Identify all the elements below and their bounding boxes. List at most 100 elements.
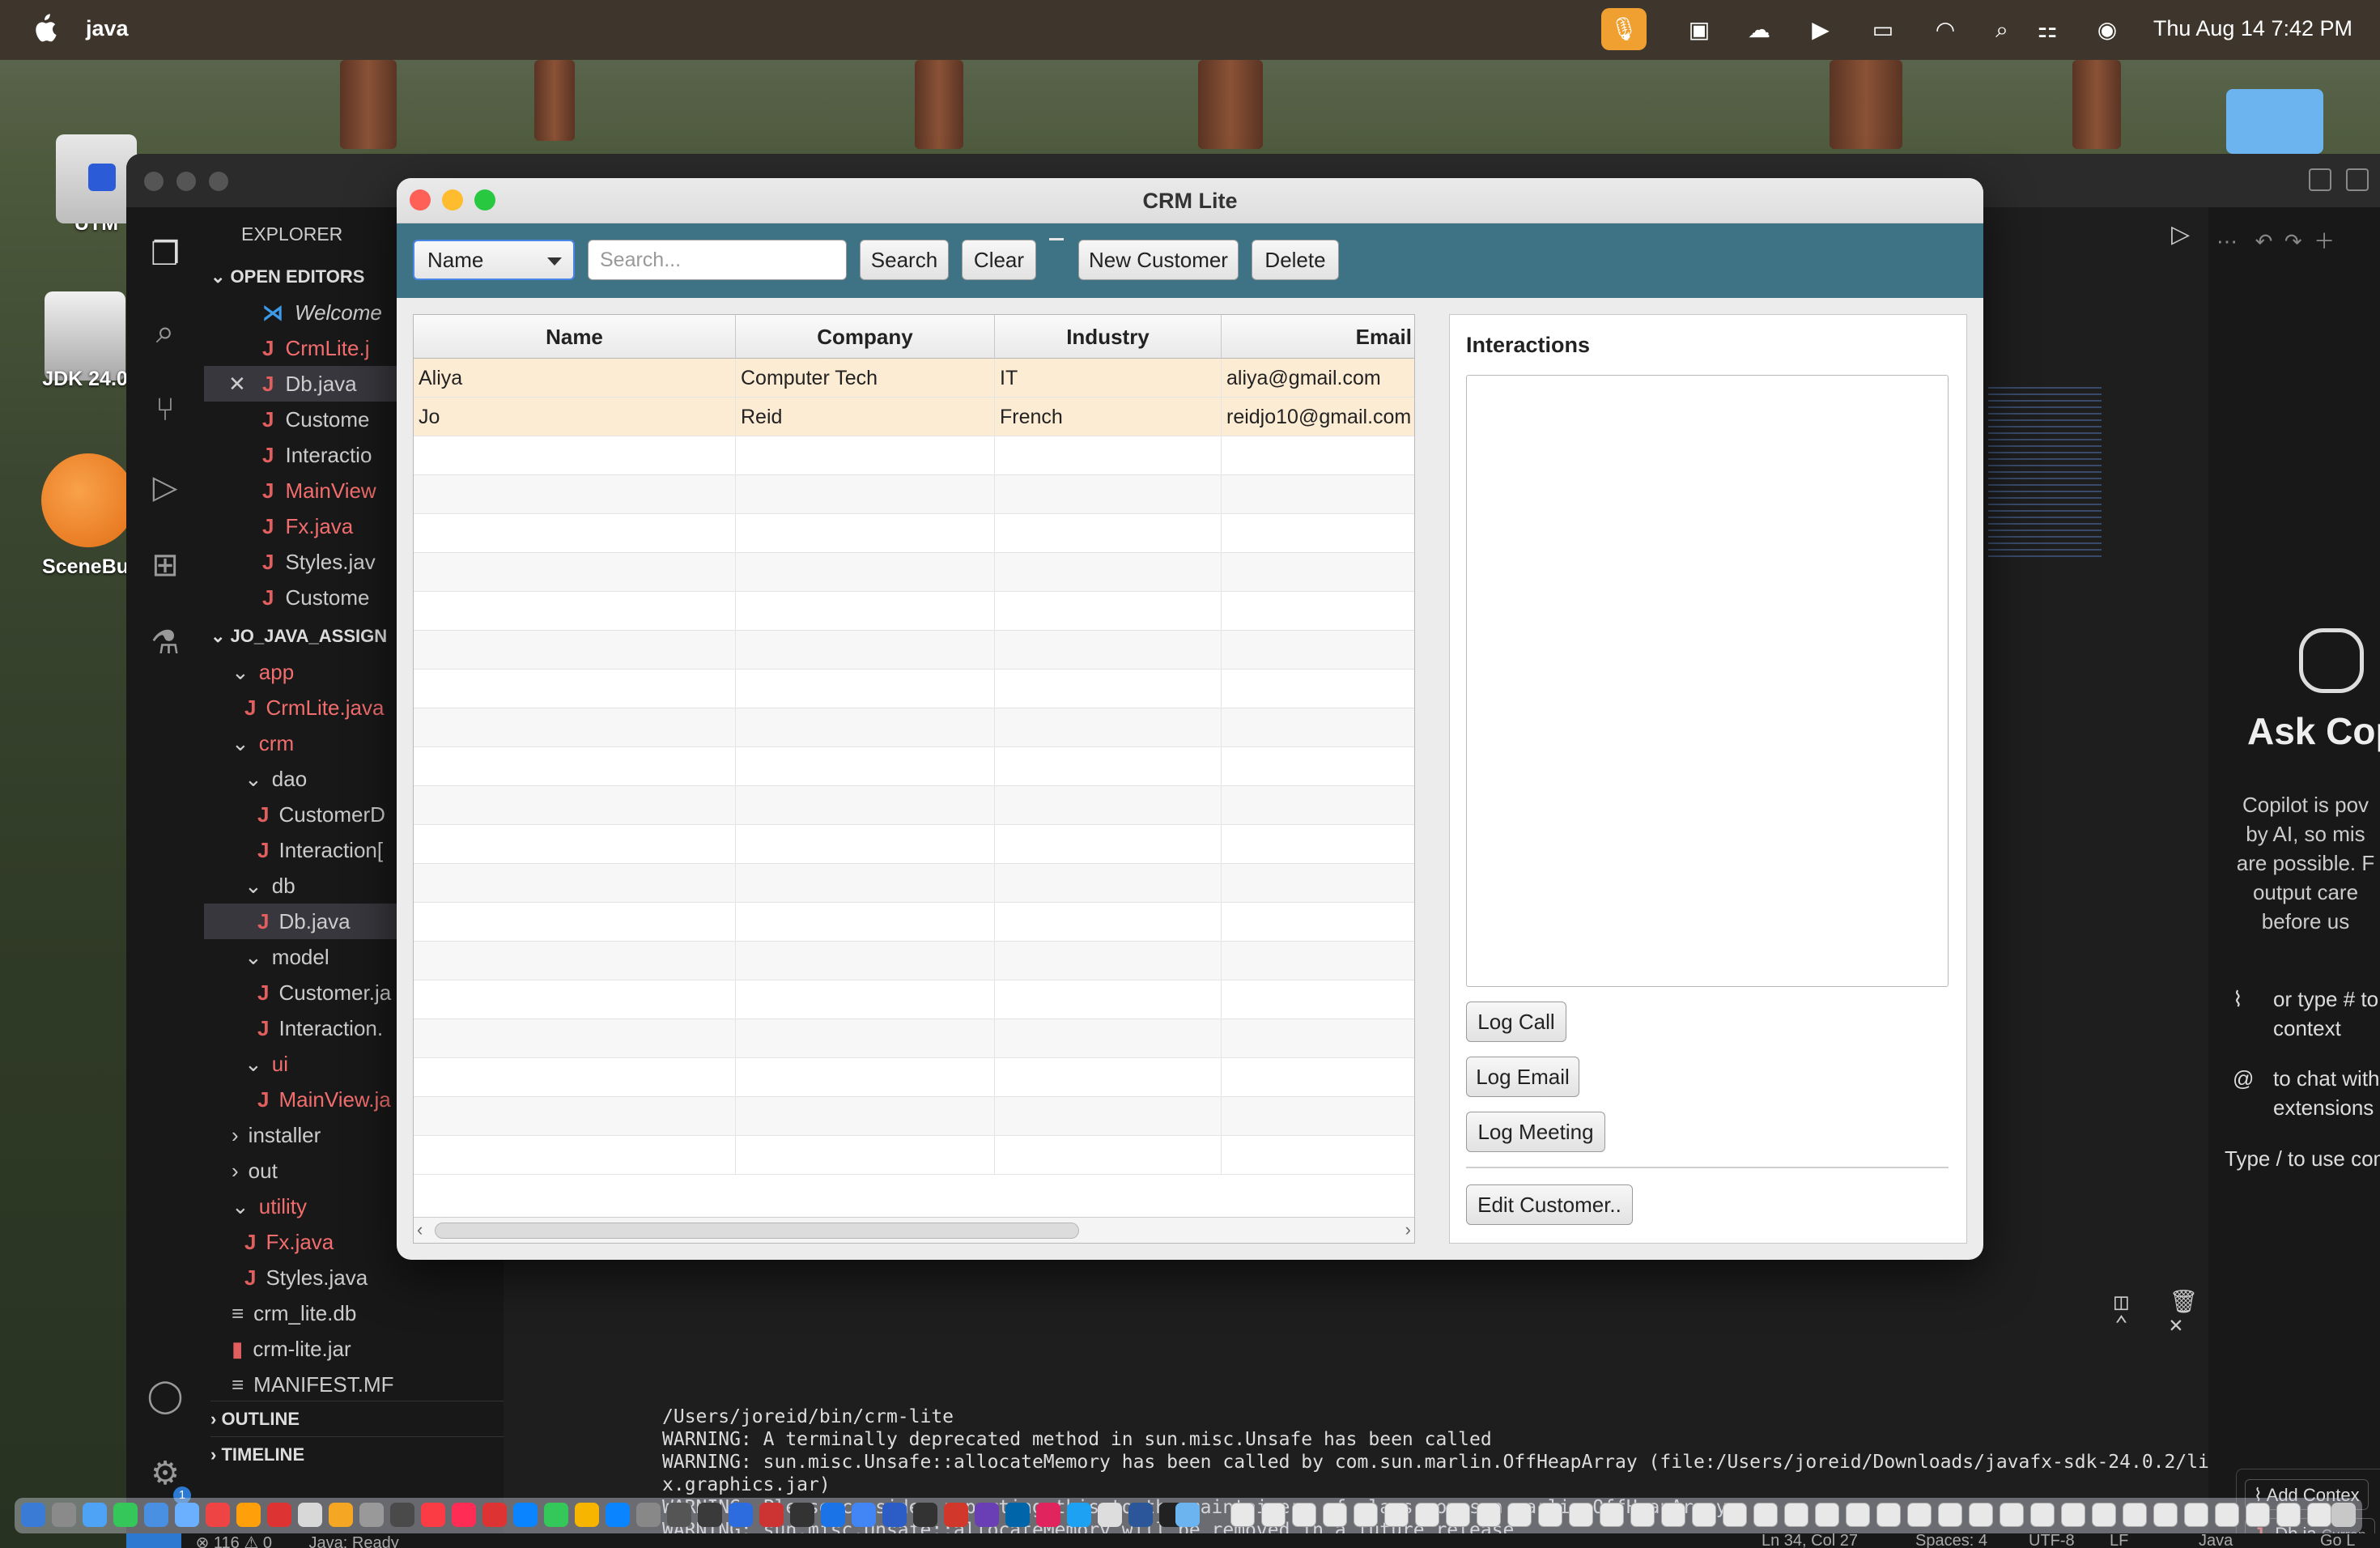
file-item[interactable]: ▮ crm-lite.jar: [204, 1331, 504, 1367]
control-center-icon[interactable]: ⚏: [2034, 16, 2061, 44]
apple-menu-icon[interactable]: [32, 14, 57, 43]
dock-window-thumbnail[interactable]: [1846, 1503, 1870, 1527]
dock-window-thumbnail[interactable]: [1538, 1503, 1562, 1527]
dock-app-icon[interactable]: [975, 1503, 999, 1527]
dock-window-thumbnail[interactable]: [1753, 1503, 1778, 1527]
end-of-line[interactable]: LF: [2110, 1533, 2128, 1548]
minimize-window-button[interactable]: [442, 189, 463, 211]
table-row[interactable]: [414, 747, 1414, 786]
dock-app-icon[interactable]: [236, 1503, 261, 1527]
dock-window-thumbnail[interactable]: [2061, 1503, 2085, 1527]
run-debug-icon[interactable]: ▷: [146, 468, 185, 507]
file-item[interactable]: ≡ crm_lite.db: [204, 1295, 504, 1331]
dock-app-icon[interactable]: [667, 1503, 691, 1527]
close-editor-icon[interactable]: ✕: [228, 366, 246, 402]
file-item[interactable]: ≡ MANIFEST.MF: [204, 1367, 504, 1402]
dock-window-thumbnail[interactable]: [2153, 1503, 2178, 1527]
dock-window-thumbnail[interactable]: [1630, 1503, 1655, 1527]
dock-window-thumbnail[interactable]: [1354, 1503, 1378, 1527]
log-call-button[interactable]: Log Call: [1466, 1002, 1566, 1042]
dock-window-thumbnail[interactable]: [2092, 1503, 2116, 1527]
search-button[interactable]: Search: [860, 240, 949, 280]
dock-app-icon[interactable]: [329, 1503, 353, 1527]
log-email-button[interactable]: Log Email: [1466, 1057, 1579, 1097]
account-icon[interactable]: ◯: [146, 1376, 185, 1415]
delete-button[interactable]: Delete: [1252, 240, 1339, 280]
timeline-section[interactable]: › TIMELINE: [210, 1436, 510, 1472]
dock-window-thumbnail[interactable]: [1815, 1503, 1839, 1527]
dock-app-icon[interactable]: [1036, 1503, 1060, 1527]
dock-app-icon[interactable]: [1005, 1503, 1030, 1527]
scrollbar-thumb[interactable]: [435, 1223, 1079, 1239]
redo-icon[interactable]: ↷: [2284, 229, 2302, 253]
dock-window-thumbnail[interactable]: [2215, 1503, 2239, 1527]
sidebar-toggle-icon[interactable]: [2346, 168, 2369, 191]
cursor-position[interactable]: Ln 34, Col 27: [1762, 1533, 1858, 1548]
dock-app-icon[interactable]: [421, 1503, 445, 1527]
testing-icon[interactable]: ⚗: [146, 623, 185, 662]
play-icon[interactable]: ▶: [1807, 16, 1834, 44]
dock-app-icon[interactable]: [482, 1503, 507, 1527]
remote-indicator[interactable]: [126, 1533, 181, 1548]
dock-window-thumbnail[interactable]: [1907, 1503, 1932, 1527]
explorer-icon[interactable]: ❐: [146, 235, 185, 274]
dock-app-icon[interactable]: [544, 1503, 568, 1527]
dock-window-thumbnail[interactable]: [1292, 1503, 1316, 1527]
teams-icon[interactable]: ▣: [1685, 16, 1713, 44]
dock-window-thumbnail[interactable]: [1784, 1503, 1808, 1527]
encoding[interactable]: UTF-8: [2029, 1533, 2075, 1548]
dock-window-thumbnail[interactable]: [2000, 1503, 2024, 1527]
dock-app-icon[interactable]: [359, 1503, 384, 1527]
source-control-icon[interactable]: ⑂: [146, 390, 185, 429]
outline-section[interactable]: › OUTLINE: [210, 1401, 510, 1436]
table-row[interactable]: [414, 592, 1414, 631]
chevron-up-icon[interactable]: ⌃: [2114, 1311, 2128, 1337]
dock-app-icon[interactable]: [21, 1503, 45, 1527]
go-live[interactable]: Go L: [2320, 1533, 2355, 1548]
dock-app-icon[interactable]: [298, 1503, 322, 1527]
dock-window-thumbnail[interactable]: [1477, 1503, 1501, 1527]
indentation[interactable]: Spaces: 4: [1915, 1533, 1987, 1548]
wifi-icon[interactable]: ◠: [1932, 16, 1959, 44]
battery-icon[interactable]: ▭: [1862, 16, 1904, 44]
table-row[interactable]: [414, 631, 1414, 670]
dock-app-icon[interactable]: [513, 1503, 538, 1527]
dock-window-thumbnail[interactable]: [2123, 1503, 2147, 1527]
dock-window-thumbnail[interactable]: [2030, 1503, 2055, 1527]
cloud-sync-icon[interactable]: ☁: [1745, 16, 1773, 44]
dock-window-thumbnail[interactable]: [1415, 1503, 1439, 1527]
dock-app-icon[interactable]: [882, 1503, 907, 1527]
dock-window-thumbnail[interactable]: [1323, 1503, 1347, 1527]
customer-table[interactable]: Name Company Industry Email Aliya Compute…: [413, 314, 1415, 1244]
layout-icon[interactable]: [2309, 168, 2331, 191]
search-input[interactable]: Search...: [588, 240, 847, 280]
dock-app-icon[interactable]: [83, 1503, 107, 1527]
table-row[interactable]: [414, 1058, 1414, 1097]
dock-app-icon[interactable]: [206, 1503, 230, 1527]
table-row[interactable]: [414, 786, 1414, 825]
dock-folder-icon[interactable]: [1175, 1503, 1200, 1527]
dock-window-thumbnail[interactable]: [2276, 1503, 2301, 1527]
dock-window-thumbnail[interactable]: [1507, 1503, 1532, 1527]
dock-app-icon[interactable]: [175, 1503, 199, 1527]
dock-window-thumbnail[interactable]: [1230, 1503, 1255, 1527]
dock-app-icon[interactable]: [790, 1503, 814, 1527]
dock-app-icon[interactable]: [606, 1503, 630, 1527]
table-row[interactable]: [414, 708, 1414, 747]
table-row[interactable]: [414, 980, 1414, 1019]
open-editors-section[interactable]: ⌄ OPEN EDITORS: [210, 259, 364, 295]
dock-window-thumbnail[interactable]: [1723, 1503, 1747, 1527]
close-icon[interactable]: ✕: [2169, 1311, 2182, 1337]
dock-window-thumbnail[interactable]: [1876, 1503, 1901, 1527]
table-row[interactable]: [414, 942, 1414, 980]
scroll-right-icon[interactable]: ›: [1405, 1219, 1411, 1240]
desktop-icon-jdk[interactable]: JDK 24.0: [32, 291, 138, 391]
table-row[interactable]: [414, 903, 1414, 942]
minimap[interactable]: [1988, 261, 2134, 1239]
window-zoom-button[interactable]: [209, 172, 228, 191]
scroll-left-icon[interactable]: ‹: [417, 1219, 423, 1240]
java-status[interactable]: Java: Ready: [309, 1534, 399, 1548]
table-row[interactable]: [414, 1019, 1414, 1058]
undo-icon[interactable]: ↶: [2255, 229, 2273, 253]
clear-button[interactable]: Clear: [962, 240, 1036, 280]
